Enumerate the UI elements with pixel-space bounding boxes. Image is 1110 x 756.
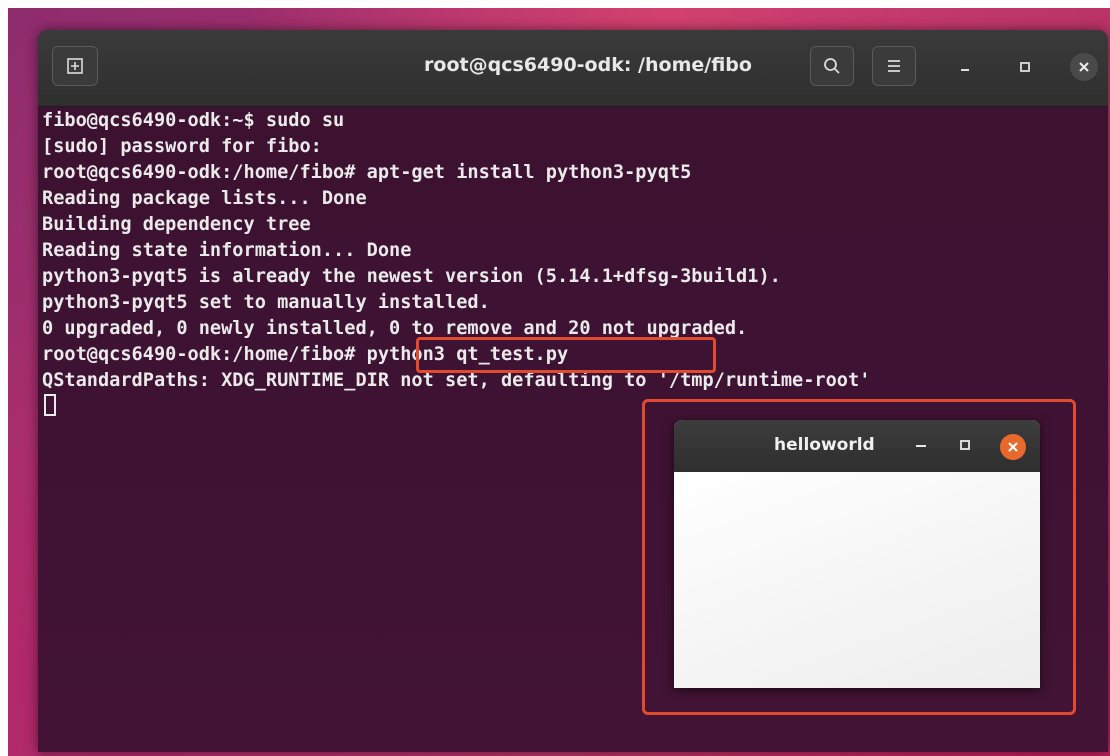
- new-tab-icon: [67, 58, 83, 74]
- maximize-icon: [1020, 62, 1030, 72]
- screenshot: root@qcs6490-odk: /home/fibo fibo@qcs649…: [0, 0, 1110, 756]
- minimize-icon: [961, 69, 969, 71]
- terminal-line: python3-pyqt5 set to manually installed.: [42, 292, 490, 313]
- minimize-button[interactable]: [952, 54, 978, 80]
- terminal-line: Building dependency tree: [42, 214, 311, 235]
- close-icon: [1079, 62, 1089, 72]
- search-icon: [824, 58, 840, 74]
- terminal-line: Reading package lists... Done: [42, 188, 367, 209]
- terminal-line: root@qcs6490-odk:/home/fibo# apt-get ins…: [42, 162, 692, 183]
- window-highlight-box: [642, 399, 1076, 715]
- hamburger-menu-icon: [888, 60, 900, 72]
- terminal-line: python3-pyqt5 is already the newest vers…: [42, 266, 781, 287]
- maximize-button[interactable]: [1012, 54, 1038, 80]
- terminal-headerbar: root@qcs6490-odk: /home/fibo: [38, 30, 1108, 107]
- search-button[interactable]: [810, 46, 854, 86]
- terminal-line: fibo@qcs6490-odk:~$ sudo su: [42, 110, 345, 131]
- terminal-line: Reading state information... Done: [42, 240, 412, 261]
- close-button[interactable]: [1070, 53, 1098, 81]
- terminal-cursor: [44, 394, 56, 416]
- window-title: root@qcs6490-odk: /home/fibo: [424, 54, 752, 76]
- new-tab-button[interactable]: [52, 46, 98, 86]
- command-highlight-box: [416, 337, 716, 373]
- menu-button[interactable]: [872, 46, 916, 86]
- terminal-line: [sudo] password for fibo:: [42, 136, 322, 157]
